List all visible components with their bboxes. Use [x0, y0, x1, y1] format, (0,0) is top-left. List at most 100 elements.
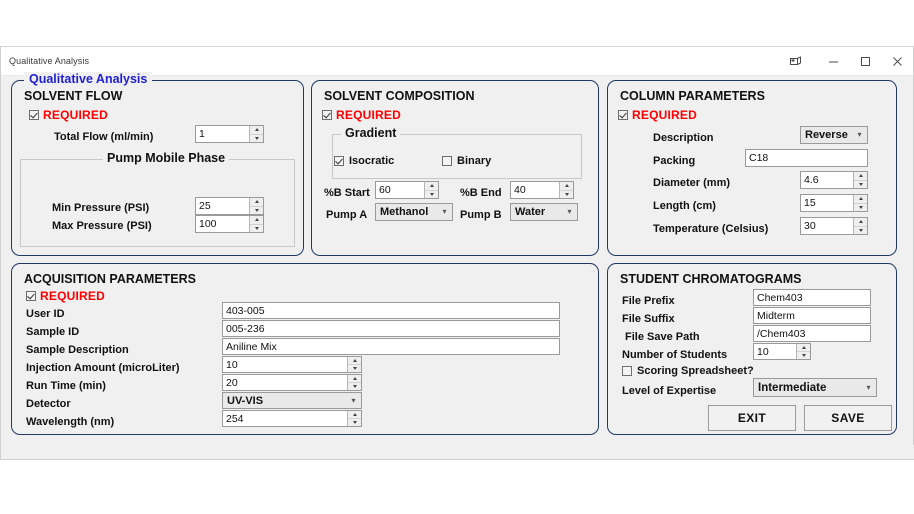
length-spinner[interactable]: 15: [800, 194, 868, 212]
exit-button[interactable]: EXIT: [708, 405, 796, 431]
run-time-spin-up[interactable]: [348, 375, 361, 382]
min-pressure-spin-down[interactable]: [250, 205, 263, 214]
number-of-students-spin-up[interactable]: [797, 344, 810, 351]
detector-dropdown[interactable]: UV-VIS ▾: [222, 392, 362, 409]
min-pressure-spin-buttons[interactable]: [249, 198, 263, 214]
pct-b-end-spin-down[interactable]: [560, 189, 573, 198]
maximize-icon[interactable]: [849, 47, 881, 75]
chevron-down-icon[interactable]: ▾: [852, 131, 867, 139]
run-time-spinner[interactable]: 20: [222, 374, 362, 391]
total-flow-spin-down[interactable]: [250, 133, 263, 142]
min-pressure-spin-up[interactable]: [250, 198, 263, 206]
chevron-down-icon[interactable]: ▾: [437, 208, 452, 216]
chevron-down-icon[interactable]: ▾: [562, 208, 577, 216]
length-spin-up[interactable]: [854, 195, 867, 203]
pct-b-end-spinner[interactable]: 40: [510, 181, 574, 199]
column-parameters-required-checkbox[interactable]: [618, 110, 628, 120]
diameter-value[interactable]: 4.6: [801, 172, 853, 188]
wavelength-value[interactable]: 254: [223, 411, 347, 426]
solvent-flow-required-checkbox[interactable]: [29, 110, 39, 120]
minimize-icon[interactable]: [817, 47, 849, 75]
wavelength-spinner[interactable]: 254: [222, 410, 362, 427]
acquisition-required-checkbox[interactable]: [26, 291, 36, 301]
max-pressure-spin-down[interactable]: [250, 223, 263, 232]
sample-description-input[interactable]: Aniline Mix: [222, 338, 560, 355]
pct-b-start-spin-up[interactable]: [425, 182, 438, 190]
file-save-path-input[interactable]: /Chem403: [753, 325, 871, 342]
solvent-flow-required-row[interactable]: REQUIRED: [29, 108, 108, 122]
scoring-spreadsheet-checkbox[interactable]: [622, 366, 632, 376]
total-flow-value[interactable]: 1: [196, 126, 249, 142]
pct-b-end-label: %B End: [460, 187, 502, 199]
level-of-expertise-label: Level of Expertise: [622, 385, 717, 397]
injection-amount-spin-up[interactable]: [348, 357, 361, 364]
pct-b-start-spin-down[interactable]: [425, 189, 438, 198]
acquisition-required-row[interactable]: REQUIRED: [26, 289, 105, 303]
user-id-input[interactable]: 403-005: [222, 302, 560, 319]
pct-b-end-spin-buttons[interactable]: [559, 182, 573, 198]
solvent-composition-required-checkbox[interactable]: [322, 110, 332, 120]
temperature-spin-down[interactable]: [854, 225, 867, 234]
isocratic-checkbox-row[interactable]: Isocratic: [334, 155, 394, 167]
length-spin-down[interactable]: [854, 202, 867, 211]
run-time-spin-down[interactable]: [348, 382, 361, 390]
save-button[interactable]: SAVE: [804, 405, 892, 431]
scoring-spreadsheet-row[interactable]: Scoring Spreadsheet?: [622, 365, 754, 377]
max-pressure-spin-buttons[interactable]: [249, 216, 263, 232]
pct-b-start-spinner[interactable]: 60: [375, 181, 439, 199]
isocratic-checkbox[interactable]: [334, 156, 344, 166]
column-parameters-required-row[interactable]: REQUIRED: [618, 108, 697, 122]
total-flow-spin-up[interactable]: [250, 126, 263, 134]
pct-b-start-spin-buttons[interactable]: [424, 182, 438, 198]
binary-checkbox[interactable]: [442, 156, 452, 166]
pct-b-end-spin-up[interactable]: [560, 182, 573, 190]
pct-b-end-value[interactable]: 40: [511, 182, 559, 198]
file-suffix-input[interactable]: Midterm: [753, 307, 871, 324]
diameter-spinner[interactable]: 4.6: [800, 171, 868, 189]
diameter-spin-up[interactable]: [854, 172, 867, 180]
close-icon[interactable]: [881, 47, 913, 75]
temperature-spin-buttons[interactable]: [853, 218, 867, 234]
description-dropdown[interactable]: Reverse ▾: [800, 126, 868, 144]
injection-amount-spinner[interactable]: 10: [222, 356, 362, 373]
length-value[interactable]: 15: [801, 195, 853, 211]
chevron-down-icon[interactable]: ▾: [346, 396, 361, 405]
diameter-spin-buttons[interactable]: [853, 172, 867, 188]
number-of-students-value[interactable]: 10: [754, 344, 796, 359]
total-flow-spin-buttons[interactable]: [249, 126, 263, 142]
pct-b-start-value[interactable]: 60: [376, 182, 424, 198]
pump-a-dropdown[interactable]: Methanol ▾: [375, 203, 453, 221]
min-pressure-spinner[interactable]: 25: [195, 197, 264, 215]
packing-input[interactable]: C18: [745, 149, 868, 167]
wavelength-spin-down[interactable]: [348, 418, 361, 426]
run-time-spin-buttons[interactable]: [347, 375, 361, 390]
temperature-value[interactable]: 30: [801, 218, 853, 234]
length-spin-buttons[interactable]: [853, 195, 867, 211]
solvent-composition-required-row[interactable]: REQUIRED: [322, 108, 401, 122]
file-prefix-input[interactable]: Chem403: [753, 289, 871, 306]
total-flow-spinner[interactable]: 1: [195, 125, 264, 143]
binary-checkbox-row[interactable]: Binary: [442, 155, 491, 167]
temperature-spinner[interactable]: 30: [800, 217, 868, 235]
wavelength-spin-up[interactable]: [348, 411, 361, 418]
wavelength-spin-buttons[interactable]: [347, 411, 361, 426]
injection-amount-value[interactable]: 10: [223, 357, 347, 372]
run-time-value[interactable]: 20: [223, 375, 347, 390]
max-pressure-value[interactable]: 100: [196, 216, 249, 232]
min-pressure-value[interactable]: 25: [196, 198, 249, 214]
number-of-students-spin-buttons[interactable]: [796, 344, 810, 359]
temperature-spin-up[interactable]: [854, 218, 867, 226]
chevron-down-icon[interactable]: ▾: [861, 383, 876, 392]
number-of-students-spin-down[interactable]: [797, 351, 810, 359]
number-of-students-spinner[interactable]: 10: [753, 343, 811, 360]
pump-b-dropdown[interactable]: Water ▾: [510, 203, 578, 221]
max-pressure-spinner[interactable]: 100: [195, 215, 264, 233]
sample-id-input[interactable]: 005-236: [222, 320, 560, 337]
diameter-spin-down[interactable]: [854, 179, 867, 188]
run-time-label: Run Time (min): [26, 380, 106, 392]
injection-amount-spin-down[interactable]: [348, 364, 361, 372]
restore-window-icon[interactable]: [773, 47, 817, 75]
level-of-expertise-dropdown[interactable]: Intermediate ▾: [753, 378, 877, 397]
injection-amount-spin-buttons[interactable]: [347, 357, 361, 372]
max-pressure-spin-up[interactable]: [250, 216, 263, 224]
